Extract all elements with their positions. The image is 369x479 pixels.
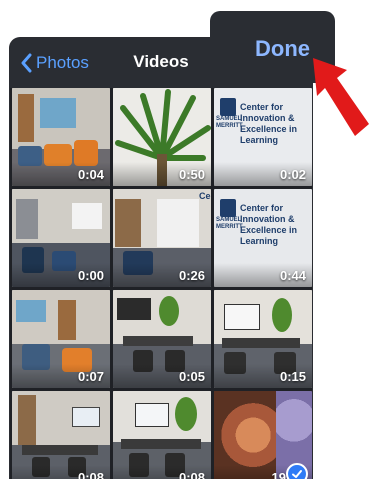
logo-center-line1: Center for Innovation & [240,102,295,123]
video-thumbnail[interactable]: 0:08 [113,391,211,479]
duration-label: 0:02 [279,167,306,182]
video-thumbnail[interactable]: 0:08 [12,391,110,479]
done-button[interactable]: Done [255,36,310,62]
video-thumbnail-selected[interactable]: 19 [214,391,312,479]
duration-label: 0:15 [279,369,306,384]
duration-label: 19 [271,470,286,479]
video-thumbnail[interactable]: 0:05 [113,290,211,388]
video-thumbnail[interactable]: 0:15 [214,290,312,388]
logo-org-line1: SAMUEL [216,116,242,122]
video-thumbnail[interactable]: 0:00 [12,189,110,287]
duration-label: 0:05 [178,369,205,384]
duration-label: 0:00 [77,268,104,283]
video-thumbnail[interactable]: 0:04 [12,88,110,186]
video-grid: 0:04 0:50 SAMUEL MERRITT Center for Inno… [12,88,312,479]
video-thumbnail[interactable]: SAMUEL MERRITT Center for Innovation & E… [214,88,312,186]
video-thumbnail[interactable]: 0:07 [12,290,110,388]
duration-label: 0:04 [77,167,104,182]
logo-org-line2: MERRITT [216,123,243,129]
photos-picker: Photos Videos 0:04 0:50 SAMUEL MERRITT C… [10,38,312,479]
duration-label: 0:07 [77,369,104,384]
duration-label: 0:08 [77,470,104,479]
video-thumbnail[interactable]: SAMUEL MERRITT Center for Innovation & Exc… [214,189,312,287]
video-thumbnail[interactable]: Ce 0:26 [113,189,211,287]
duration-label: 0:08 [178,470,205,479]
duration-label: 0:50 [178,167,205,182]
logo-center-line2: Excellence in Learning [240,124,298,145]
video-thumbnail[interactable]: 0:50 [113,88,211,186]
duration-label: 0:44 [279,268,306,283]
red-arrow-icon [313,58,369,136]
checkmark-icon [286,463,308,479]
duration-label: 0:26 [178,268,205,283]
